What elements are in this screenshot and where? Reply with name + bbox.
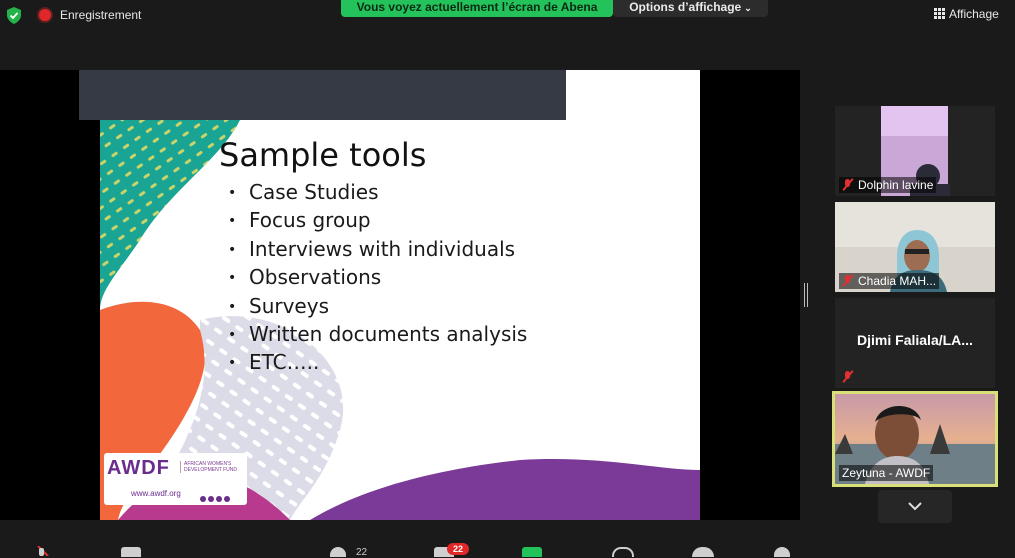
more-options-icon[interactable] <box>774 547 790 557</box>
participant-tile[interactable]: Dolphin lavine <box>835 106 995 196</box>
participant-name-label: Zeytuna - AWDF <box>839 465 934 481</box>
logo-wordmark: AWDF <box>107 457 170 479</box>
share-screen-icon[interactable] <box>522 547 542 557</box>
logo-subtext: AFRICAN WOMEN'S DEVELOPMENT FUND <box>180 461 244 473</box>
mic-muted-icon <box>842 275 853 287</box>
bullet-item: • Interviews with individuals <box>228 236 516 261</box>
participants-count: 22 <box>356 547 368 558</box>
top-bar: Enregistrement Vous voyez actuellement l… <box>0 0 1015 32</box>
slide-title: Sample tools <box>219 136 427 174</box>
bullet-item: • Surveys <box>228 293 329 318</box>
participant-name-label: Chadia MAH... <box>839 273 940 289</box>
record-icon[interactable] <box>612 547 634 557</box>
panel-resize-handle[interactable] <box>804 283 808 307</box>
chat-unread-badge: 22 <box>447 543 469 555</box>
participant-tile[interactable]: Djimi Faliala/LA... <box>835 298 995 388</box>
participant-mic-status <box>839 369 861 385</box>
bullet-item: • Written documents analysis <box>228 321 528 346</box>
bullet-item: • ETC….. <box>228 350 320 375</box>
participant-tile[interactable]: Chadia MAH... <box>835 202 995 292</box>
mic-muted-icon <box>842 179 853 191</box>
logo-url: www.awdf.org <box>131 489 181 498</box>
bullet-item: • Case Studies <box>228 180 379 204</box>
view-options-button[interactable]: Options d’affichage ⌄ <box>613 0 768 17</box>
slide-bullet-list: • Case Studies • Focus group • Interviews w… <box>228 178 527 377</box>
video-camera-icon[interactable] <box>121 547 141 557</box>
recording-icon <box>39 9 51 21</box>
security-shield-icon[interactable] <box>6 7 22 24</box>
bullet-item: • Focus group <box>228 208 371 233</box>
participant-tile-active-speaker[interactable]: Zeytuna - AWDF <box>832 391 998 487</box>
grid-icon <box>934 8 945 19</box>
screen-overlay-bar <box>79 70 566 120</box>
reactions-icon[interactable] <box>692 547 714 557</box>
social-icons <box>200 489 232 507</box>
presentation-slide: Sample tools • Case Studies • Focus group … <box>100 70 700 520</box>
recording-label: Enregistrement <box>60 8 142 22</box>
participant-name-label: Dolphin lavine <box>839 177 937 193</box>
display-label: Affichage <box>949 7 999 21</box>
view-options-label: Options d’affichage <box>629 0 742 14</box>
shared-screen: Sample tools • Case Studies • Focus group … <box>0 70 800 520</box>
viewing-screen-banner: Vous voyez actuellement l’écran de Abena <box>341 0 613 17</box>
chevron-down-icon: ⌄ <box>744 3 752 13</box>
chevron-down-icon <box>908 502 922 511</box>
bullet-item: • Observations <box>228 265 382 290</box>
display-layout-button[interactable]: Affichage <box>934 7 999 21</box>
participants-icon[interactable] <box>330 547 346 557</box>
awdf-logo: AWDF AFRICAN WOMEN'S DEVELOPMENT FUND ww… <box>104 453 247 505</box>
scroll-down-button[interactable] <box>878 490 952 523</box>
participant-name-center: Djimi Faliala/LA... <box>857 332 973 348</box>
bottom-toolbar: 22 22 <box>0 527 1015 558</box>
mic-muted-icon <box>842 371 853 383</box>
